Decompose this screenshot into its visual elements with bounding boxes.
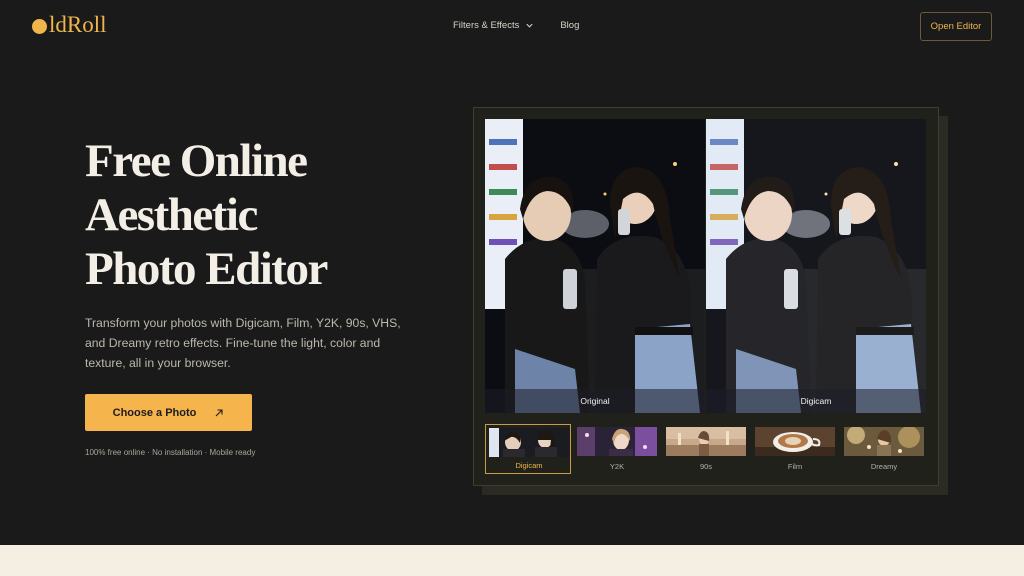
arrow-up-right-icon <box>215 408 223 416</box>
filter-thumb-digicam[interactable]: Digicam <box>485 424 571 474</box>
next-section-band <box>0 545 1024 576</box>
digicam-photo: Digicam <box>706 119 926 413</box>
logo-dot-icon <box>32 19 47 34</box>
choose-photo-button[interactable]: Choose a Photo <box>85 394 252 431</box>
filter-thumb-film[interactable]: Film <box>752 424 838 474</box>
nav-filters-effects[interactable]: Filters & Effects <box>453 20 534 31</box>
filter-thumb-image <box>577 427 657 456</box>
filter-thumb-y2k[interactable]: Y2K <box>574 424 660 474</box>
filter-thumbnails: Digicam Y2K 90s Film Dreamy <box>485 424 929 474</box>
before-after-compare[interactable]: Original Digicam <box>485 119 926 413</box>
filter-thumb-image <box>844 427 924 456</box>
filter-thumb-dreamy[interactable]: Dreamy <box>841 424 927 474</box>
chevron-down-icon <box>526 23 533 28</box>
filter-thumb-image <box>666 427 746 456</box>
original-label: Original <box>485 389 705 413</box>
nav-blog[interactable]: Blog <box>560 20 579 31</box>
filter-thumb-90s[interactable]: 90s <box>663 424 749 474</box>
logo[interactable]: ldRoll <box>32 12 107 38</box>
filter-thumb-image <box>755 427 835 456</box>
site-header: ldRoll Filters & Effects Blog Open Edito… <box>0 0 1024 54</box>
hero-tagline: 100% free online · No installation · Mob… <box>85 448 256 457</box>
filter-thumb-label: Dreamy <box>870 462 898 471</box>
hero-title: Free Online Aesthetic Photo Editor <box>85 134 445 296</box>
nav-filters-effects-label: Filters & Effects <box>453 20 520 31</box>
hero-description: Transform your photos with Digicam, Film… <box>85 316 401 370</box>
filter-thumb-label: Y2K <box>609 462 625 471</box>
filter-thumb-label: 90s <box>699 462 713 471</box>
filter-thumb-image <box>489 428 569 457</box>
hero-title-line: Free Online <box>85 135 308 187</box>
nav-blog-label: Blog <box>560 20 580 31</box>
hero-title-line: Aesthetic <box>85 189 258 241</box>
digicam-label: Digicam <box>706 389 926 413</box>
choose-photo-label: Choose a Photo <box>112 406 197 419</box>
filter-thumb-label: Film <box>787 462 803 471</box>
preview-panel: Original Digicam Digicam Y2K 90s Film Dr… <box>473 107 939 486</box>
logo-text: ldRoll <box>49 12 107 37</box>
main-nav: Filters & Effects Blog <box>453 20 579 31</box>
filter-thumb-label: Digicam <box>515 461 543 470</box>
hero-title-line: Photo Editor <box>85 243 328 295</box>
original-photo: Original <box>485 119 705 413</box>
open-editor-button[interactable]: Open Editor <box>920 12 992 41</box>
